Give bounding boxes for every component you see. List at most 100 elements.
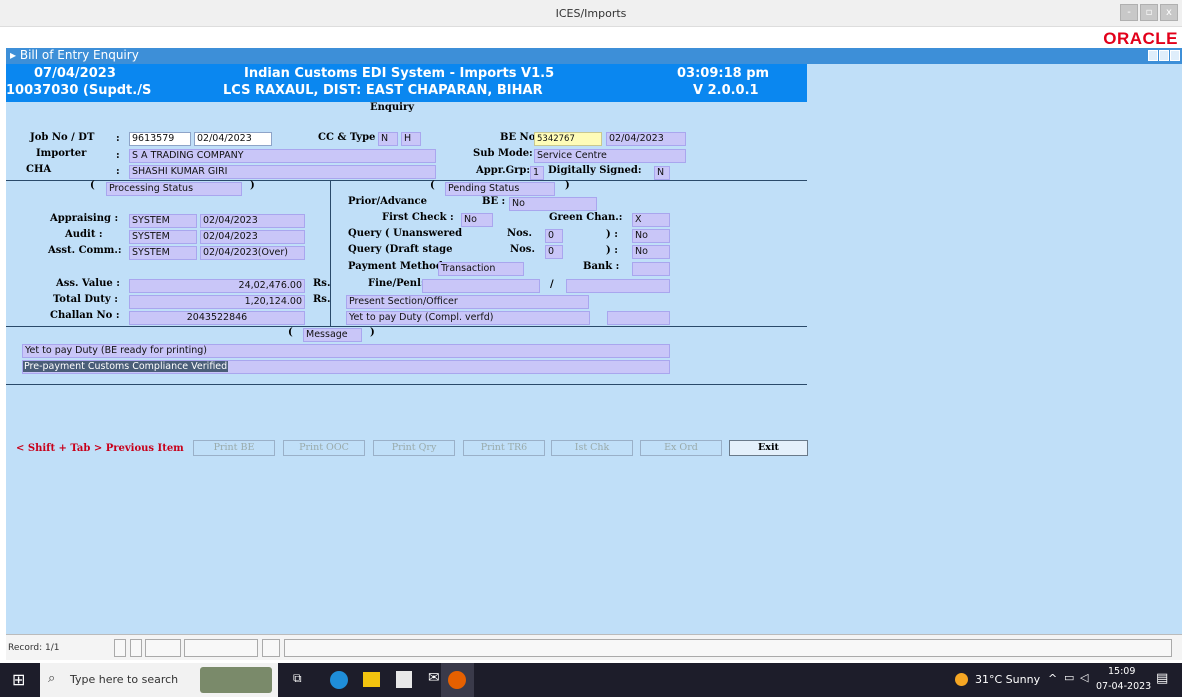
exit-button[interactable]: Exit: [729, 440, 808, 456]
job-date-field[interactable]: 02/04/2023: [194, 132, 272, 146]
query-unanswered-close: ) :: [606, 229, 618, 240]
header-user: 10037030 (Supdt./S: [6, 83, 152, 98]
minimize-button[interactable]: -: [1120, 4, 1138, 21]
query-unanswered-label: Query ( Unanswered: [348, 228, 463, 239]
search-placeholder: Type here to search: [70, 673, 179, 686]
payment-method-label: Payment Method: [348, 261, 443, 272]
processing-status-field: Processing Status: [106, 182, 242, 196]
firefox-task[interactable]: [441, 663, 474, 697]
volume-icon[interactable]: ◁: [1080, 671, 1088, 684]
weather-text[interactable]: 31°C Sunny: [975, 673, 1040, 686]
audit-by-field: SYSTEM: [129, 230, 197, 244]
notification-icon[interactable]: ▤: [1156, 671, 1168, 686]
pending-open-paren: (: [430, 180, 435, 191]
first-check-field: No: [461, 213, 493, 227]
ist-chk-button[interactable]: Ist Chk: [551, 440, 633, 456]
payment-method-field: Transaction: [438, 262, 524, 276]
frame-title-wrap: ▸ Bill of Entry Enquiry: [10, 48, 139, 62]
header-system-name: Indian Customs EDI System - Imports V1.5: [244, 66, 555, 81]
brand-bar: [0, 27, 1182, 48]
network-icon[interactable]: ▭: [1064, 671, 1074, 684]
frame-restore-icon[interactable]: [1159, 50, 1169, 61]
appraising-label: Appraising :: [50, 213, 119, 224]
file-explorer-icon[interactable]: [363, 672, 380, 687]
processing-open-paren: (: [90, 180, 95, 191]
prior-be-label: BE :: [482, 196, 506, 207]
tray-chevron-icon[interactable]: ^: [1048, 672, 1057, 685]
message-line-2[interactable]: Pre-payment Customs Compliance Verified: [22, 360, 670, 374]
message-line-2-text: Pre-payment Customs Compliance Verified: [23, 361, 229, 372]
status-field-2: [130, 639, 142, 657]
oracle-logo: ORACLE: [1103, 29, 1178, 48]
ass-value-field: 24,02,476.00: [129, 279, 305, 293]
close-button[interactable]: x: [1160, 4, 1178, 21]
cc-field[interactable]: N: [378, 132, 398, 146]
frame-minimize-icon[interactable]: [1148, 50, 1158, 61]
fine-penl-field-2: [566, 279, 670, 293]
task-view-icon[interactable]: ⧉: [293, 671, 302, 686]
windows-start-icon[interactable]: ⊞: [12, 670, 25, 689]
message-close-paren: ): [370, 327, 375, 338]
print-ooc-button[interactable]: Print OOC: [283, 440, 365, 456]
type-field[interactable]: H: [401, 132, 421, 146]
window-titlebar: ICES/Imports - ▫ x: [0, 0, 1182, 27]
bank-field: [632, 262, 670, 276]
search-highlight-icon: [200, 667, 272, 693]
clock-date[interactable]: 07-04-2023: [1096, 681, 1151, 692]
query-draft-close: ) :: [606, 245, 618, 256]
frame-close-icon[interactable]: [1170, 50, 1180, 61]
ex-ord-button[interactable]: Ex Ord: [640, 440, 722, 456]
query-unanswered-flag: No: [632, 229, 670, 243]
clock-time[interactable]: 15:09: [1108, 666, 1135, 677]
fine-penl-slash: /: [550, 279, 554, 290]
message-line-1: Yet to pay Duty (BE ready for printing): [22, 344, 670, 358]
taskbar-search[interactable]: ⌕ Type here to search: [40, 663, 278, 697]
status-field-1: [114, 639, 126, 657]
officer-field: [607, 311, 670, 325]
message-open-paren: (: [288, 327, 293, 338]
cc-type-label: CC & Type :: [318, 132, 383, 143]
print-be-button[interactable]: Print BE: [193, 440, 275, 456]
maximize-button[interactable]: ▫: [1140, 4, 1158, 21]
edge-icon[interactable]: [330, 671, 348, 689]
total-duty-field: 1,20,124.00: [129, 295, 305, 309]
total-duty-label: Total Duty :: [53, 294, 118, 305]
window-title: ICES/Imports: [555, 7, 627, 20]
header-version: V 2.0.0.1: [693, 83, 759, 98]
header-location: LCS RAXAUL, DIST: EAST CHAPARAN, BIHAR: [223, 83, 543, 98]
print-tr6-button[interactable]: Print TR6: [463, 440, 545, 456]
green-chan-label: Green Chan.:: [549, 212, 623, 223]
search-icon: ⌕: [48, 671, 56, 686]
store-icon[interactable]: [396, 671, 412, 688]
challan-label: Challan No :: [50, 310, 120, 321]
cha-colon: :: [116, 166, 120, 177]
query-draft-nos-label: Nos.: [510, 244, 535, 255]
be-date-field[interactable]: 02/04/2023: [606, 132, 686, 146]
sub-mode-field[interactable]: Service Centre: [534, 149, 686, 163]
total-duty-rs: Rs.: [313, 294, 331, 305]
job-no-field[interactable]: 9613579: [129, 132, 191, 146]
ass-value-label: Ass. Value :: [56, 278, 120, 289]
importer-colon: :: [116, 150, 120, 161]
status-field-3: [145, 639, 181, 657]
bank-label: Bank :: [583, 261, 620, 272]
audit-label: Audit :: [65, 229, 103, 240]
prior-advance-label: Prior/Advance: [348, 196, 427, 207]
cha-field[interactable]: SHASHI KUMAR GIRI: [129, 165, 436, 179]
importer-field[interactable]: S A TRADING COMPANY: [129, 149, 436, 163]
be-no-field[interactable]: 5342767: [534, 132, 602, 146]
frame-controls: [1148, 50, 1180, 61]
asst-comm-date-field: 02/04/2023(Over): [200, 246, 305, 260]
weather-icon: [955, 673, 968, 686]
print-qry-button[interactable]: Print Qry: [373, 440, 455, 456]
fine-penl-label: Fine/Penl:: [368, 278, 425, 289]
ass-value-rs: Rs.: [313, 278, 331, 289]
green-chan-field: X: [632, 213, 670, 227]
importer-label: Importer: [36, 148, 87, 159]
mail-icon[interactable]: ✉: [428, 670, 440, 686]
dig-signed-field[interactable]: N: [654, 166, 670, 180]
appr-grp-field[interactable]: 1: [530, 166, 544, 180]
query-unanswered-nos-label: Nos.: [507, 228, 532, 239]
status-field-4: [184, 639, 258, 657]
query-unanswered-nos-field: 0: [545, 229, 563, 243]
